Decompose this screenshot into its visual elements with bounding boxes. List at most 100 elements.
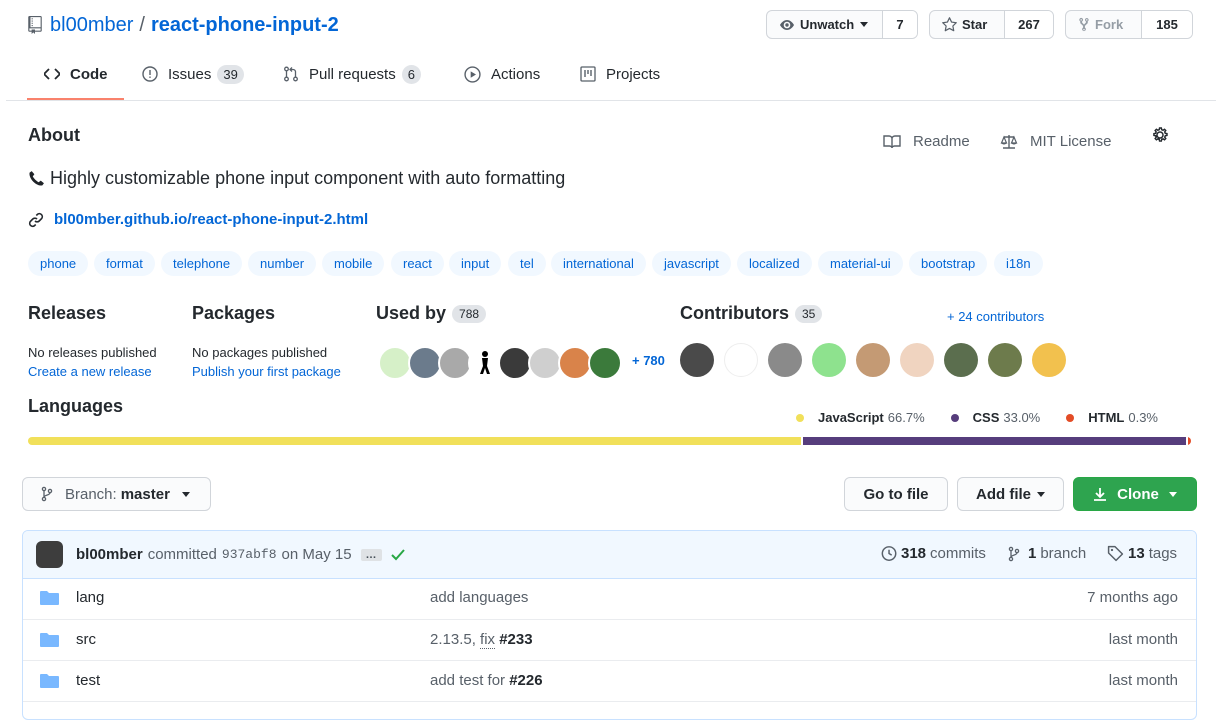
contributor-avatar[interactable] bbox=[1032, 343, 1066, 377]
clone-button[interactable]: Clone bbox=[1073, 477, 1197, 511]
add-file-button[interactable]: Add file bbox=[957, 477, 1064, 511]
releases-heading[interactable]: Releases bbox=[28, 303, 106, 324]
language-name[interactable]: CSS bbox=[973, 410, 1000, 425]
file-row[interactable]: src 2.13.5, fix #233 last month bbox=[23, 619, 1196, 661]
forks-count[interactable]: 185 bbox=[1142, 11, 1192, 38]
avatar bbox=[528, 346, 562, 380]
branch-select-button[interactable]: Branch: master bbox=[22, 477, 211, 511]
fork-button[interactable]: Fork bbox=[1066, 11, 1142, 38]
more-contributors-link[interactable]: + 24 contributors bbox=[947, 309, 1044, 324]
used-by-more-link[interactable]: + 780 bbox=[632, 346, 665, 380]
language-percent: 33.0% bbox=[1003, 410, 1041, 425]
file-row[interactable] bbox=[23, 701, 1196, 719]
topic-tag[interactable]: number bbox=[248, 251, 317, 276]
issue-reference-link[interactable]: #226 bbox=[509, 672, 542, 689]
tab-issues[interactable]: Issues 39 bbox=[142, 60, 244, 88]
topic-tag[interactable]: material-ui bbox=[818, 251, 903, 276]
homepage-link[interactable]: bl00mber.github.io/react-phone-input-2.h… bbox=[28, 211, 368, 228]
topic-tag[interactable]: input bbox=[449, 251, 502, 276]
commits-link[interactable]: 318 commits bbox=[880, 545, 986, 562]
contributor-avatar[interactable] bbox=[988, 343, 1022, 377]
file-name[interactable]: src bbox=[76, 631, 96, 648]
issue-reference-link[interactable]: #233 bbox=[499, 631, 532, 648]
about-heading: About bbox=[28, 125, 80, 145]
used-by-heading[interactable]: Used by 788 bbox=[376, 303, 487, 324]
contributor-avatar[interactable] bbox=[680, 343, 714, 377]
publish-package-link[interactable]: Publish your first package bbox=[192, 364, 341, 379]
commit-summary: bl00mber committed 937abf8 on May 15 … bbox=[76, 546, 405, 563]
file-commit-message-fix[interactable]: fix bbox=[480, 631, 496, 649]
topic-tag[interactable]: localized bbox=[737, 251, 812, 276]
issue-icon bbox=[142, 66, 168, 82]
topic-tag[interactable]: international bbox=[551, 251, 646, 276]
topic-tag[interactable]: react bbox=[391, 251, 444, 276]
language-name[interactable]: HTML bbox=[1088, 410, 1124, 425]
law-icon bbox=[1000, 134, 1018, 150]
topic-tag[interactable]: i18n bbox=[994, 251, 1043, 276]
star-icon bbox=[942, 17, 962, 32]
expand-commit-message-button[interactable]: … bbox=[360, 548, 382, 561]
contributor-avatar[interactable] bbox=[900, 343, 934, 377]
contributor-avatar[interactable] bbox=[856, 343, 890, 377]
latest-commit-bar: bl00mber committed 937abf8 on May 15 … 3… bbox=[23, 531, 1196, 579]
releases-text: No releases published bbox=[28, 345, 157, 360]
avatar bbox=[558, 346, 592, 380]
gear-icon[interactable] bbox=[1151, 126, 1169, 144]
readme-label: Readme bbox=[913, 133, 970, 150]
topic-tag[interactable]: format bbox=[94, 251, 155, 276]
tab-projects[interactable]: Projects bbox=[580, 60, 660, 88]
unwatch-button[interactable]: Unwatch bbox=[767, 11, 883, 38]
repo-separator: / bbox=[139, 13, 145, 36]
topic-tag[interactable]: telephone bbox=[161, 251, 243, 276]
branch-count: 1 bbox=[1028, 545, 1037, 562]
contributors-heading[interactable]: Contributors 35 bbox=[680, 303, 823, 324]
chevron-down-icon bbox=[1168, 491, 1177, 497]
contributor-avatar[interactable] bbox=[768, 343, 802, 377]
repo-description: Highly customizable phone input componen… bbox=[28, 168, 565, 189]
file-browser: bl00mber committed 937abf8 on May 15 … 3… bbox=[22, 530, 1197, 720]
file-commit-message[interactable]: add languages bbox=[430, 589, 528, 606]
topic-tag[interactable]: mobile bbox=[322, 251, 385, 276]
contributor-avatar[interactable] bbox=[812, 343, 846, 377]
contributors-count: 35 bbox=[794, 305, 823, 324]
file-name[interactable]: test bbox=[76, 672, 100, 689]
used-by-avatars[interactable]: + 780 bbox=[378, 346, 665, 380]
file-commit-message-text[interactable]: 2.13.5, bbox=[430, 631, 480, 648]
contributor-avatar[interactable] bbox=[724, 343, 758, 377]
repo-owner-link[interactable]: bl00mber bbox=[50, 14, 133, 37]
file-commit-message-text[interactable]: add test for bbox=[430, 672, 509, 689]
watchers-count[interactable]: 7 bbox=[883, 11, 917, 38]
topic-tag[interactable]: bootstrap bbox=[909, 251, 988, 276]
commit-author-avatar[interactable] bbox=[36, 541, 63, 568]
create-release-link[interactable]: Create a new release bbox=[28, 364, 152, 379]
repo-name-link[interactable]: react-phone-input-2 bbox=[151, 14, 339, 37]
file-row[interactable]: test add test for #226 last month bbox=[23, 660, 1196, 702]
go-to-file-button[interactable]: Go to file bbox=[844, 477, 948, 511]
license-link[interactable]: MIT License bbox=[1000, 133, 1111, 150]
contributor-avatar[interactable] bbox=[944, 343, 978, 377]
tab-actions[interactable]: Actions bbox=[464, 60, 540, 88]
star-label: Star bbox=[962, 17, 988, 32]
file-row[interactable]: lang add languages 7 months ago bbox=[23, 578, 1196, 619]
star-button[interactable]: Star bbox=[930, 11, 1005, 38]
branches-link[interactable]: 1 branch bbox=[1008, 545, 1086, 562]
topic-tag[interactable]: phone bbox=[28, 251, 89, 276]
star-button-group: Star 267 bbox=[929, 10, 1054, 39]
commit-sha[interactable]: 937abf8 bbox=[222, 547, 277, 562]
packages-heading[interactable]: Packages bbox=[192, 303, 275, 324]
commit-author[interactable]: bl00mber bbox=[76, 546, 143, 563]
stargazers-count[interactable]: 267 bbox=[1005, 11, 1053, 38]
tab-code[interactable]: Code bbox=[44, 60, 108, 88]
used-by-count: 788 bbox=[452, 305, 487, 324]
branch-prefix: Branch: bbox=[65, 485, 117, 503]
tags-link[interactable]: 13 tags bbox=[1107, 545, 1177, 562]
topic-tag[interactable]: tel bbox=[508, 251, 546, 276]
tab-pull-requests[interactable]: Pull requests 6 bbox=[283, 60, 421, 88]
topic-tag[interactable]: javascript bbox=[652, 251, 731, 276]
check-icon[interactable] bbox=[390, 548, 405, 561]
file-name[interactable]: lang bbox=[76, 589, 104, 606]
readme-link[interactable]: Readme bbox=[883, 133, 970, 150]
telephone-icon bbox=[28, 170, 45, 187]
language-color-dot bbox=[950, 413, 959, 422]
language-name[interactable]: JavaScript bbox=[818, 410, 884, 425]
